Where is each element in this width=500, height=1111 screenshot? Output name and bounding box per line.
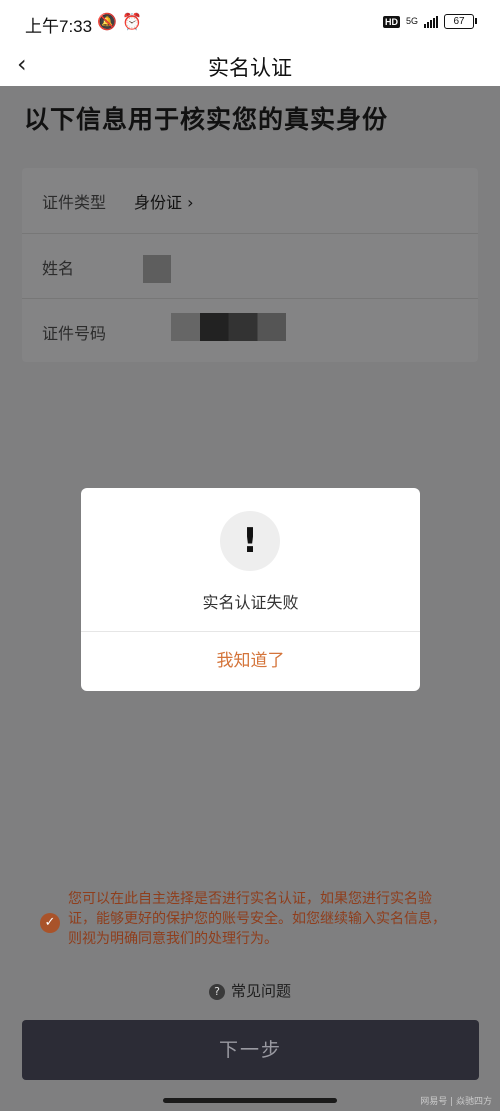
error-dialog: ! 实名认证失败 我知道了 <box>81 488 420 691</box>
id-number-row[interactable]: 证件号码 <box>22 298 478 363</box>
id-type-value[interactable]: 身份证 › <box>134 189 194 213</box>
page-title: 实名认证 <box>208 56 292 80</box>
next-step-button[interactable]: 下一步 <box>22 1020 479 1080</box>
nav-bar: ‹ 实名认证 <box>0 42 500 86</box>
status-icons: 🔕 ⏰ <box>97 12 142 31</box>
chevron-right-icon: › <box>187 193 194 212</box>
status-time: 上午7:33 <box>25 17 93 36</box>
id-number-label: 证件号码 <box>42 324 107 343</box>
signal-icon <box>424 15 438 28</box>
mute-icon: 🔕 <box>97 12 117 31</box>
watermark: 网易号 | 焱驰四方 <box>420 1097 492 1107</box>
dialog-message: 实名认证失败 <box>202 593 299 612</box>
id-number-redacted <box>171 313 286 341</box>
acknowledge-button[interactable]: 我知道了 <box>81 632 420 691</box>
help-circle-icon: ? <box>208 984 225 1000</box>
name-redacted <box>143 255 171 283</box>
check-circle-icon[interactable]: ✓ <box>40 913 60 933</box>
status-bar: 上午7:33 🔕 ⏰ HD 5G 67 <box>0 0 500 42</box>
id-type-label: 证件类型 <box>42 193 107 212</box>
name-row[interactable]: 姓名 <box>22 233 478 298</box>
alarm-icon: ⏰ <box>122 12 142 31</box>
home-indicator[interactable] <box>163 1098 337 1103</box>
id-type-row[interactable]: 证件类型 身份证 › <box>22 168 478 232</box>
name-label: 姓名 <box>42 259 75 278</box>
alert-icon: ! <box>220 511 280 571</box>
status-right: HD 5G 67 <box>382 14 477 29</box>
id-form: 证件类型 身份证 › 姓名 证件号码 <box>22 168 478 362</box>
faq-link[interactable]: ? 常见问题 <box>0 980 500 1001</box>
consent-text: 您可以在此自主选择是否进行实名认证，如果您进行实名验证，能够更好的保护您的账号安… <box>68 891 446 947</box>
battery-icon: 67 <box>444 14 477 29</box>
hd-icon: HD <box>382 15 400 28</box>
faq-label: 常见问题 <box>230 982 291 1000</box>
info-heading: 以下信息用于核实您的真实身份 <box>24 105 389 134</box>
network-type: 5G <box>405 16 418 26</box>
